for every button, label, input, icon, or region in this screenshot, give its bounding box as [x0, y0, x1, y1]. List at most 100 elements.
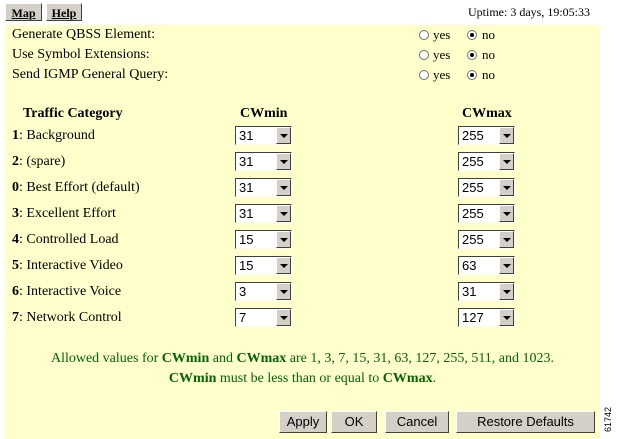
header-cwmin: CWmin — [240, 106, 288, 121]
qbss-yes-radio[interactable] — [419, 30, 429, 40]
category-number: 6 — [12, 284, 19, 299]
option-label-igmp: Send IGMP General Query: — [12, 67, 169, 82]
category-row-label: 3: Excellent Effort — [12, 206, 116, 222]
category-name: : Interactive Video — [19, 258, 123, 273]
cwmax-select-best-effort[interactable]: 255 — [458, 178, 515, 197]
dropdown-arrow-icon — [276, 257, 291, 274]
cwmin-value: 15 — [239, 232, 254, 247]
category-name: : Excellent Effort — [19, 206, 116, 221]
cwmax-select-interactive-voice[interactable]: 31 — [458, 282, 515, 301]
constraint-note: CWmin must be less than or equal to CWma… — [168, 371, 437, 386]
ok-button[interactable]: OK — [331, 411, 377, 433]
cwmax-value: 255 — [462, 128, 484, 143]
dropdown-arrow-icon — [499, 283, 514, 300]
dropdown-arrow-icon — [499, 127, 514, 144]
cwmin-select-excellent-effort[interactable]: 31 — [235, 204, 292, 223]
option-label-qbss: Generate QBSS Element: — [12, 27, 156, 42]
cwmin-select-background[interactable]: 31 — [235, 126, 292, 145]
category-number: 5 — [12, 258, 19, 273]
dropdown-arrow-icon — [499, 179, 514, 196]
cwmin-select-network-control[interactable]: 7 — [235, 308, 292, 327]
cwmax-select-controlled-load[interactable]: 255 — [458, 230, 515, 249]
cwmax-select-background[interactable]: 255 — [458, 126, 515, 145]
category-number: 0 — [12, 180, 19, 195]
category-name: : Background — [19, 128, 95, 143]
dropdown-arrow-icon — [276, 231, 291, 248]
header-traffic-category: Traffic Category — [23, 106, 123, 121]
category-row-label: 2: (spare) — [12, 154, 65, 170]
category-name: : Best Effort (default) — [19, 180, 140, 195]
map-link[interactable]: Map — [5, 3, 42, 21]
dropdown-arrow-icon — [499, 231, 514, 248]
cancel-button[interactable]: Cancel — [385, 411, 449, 433]
dropdown-arrow-icon — [276, 153, 291, 170]
cwmax-select-interactive-video[interactable]: 63 — [458, 256, 515, 275]
igmp-no-radio[interactable] — [467, 70, 477, 80]
category-number: 1 — [12, 128, 19, 143]
option-label-symbol: Use Symbol Extensions: — [12, 47, 150, 62]
qbss-no-label: no — [482, 27, 495, 42]
cwmin-select-interactive-voice[interactable]: 3 — [235, 282, 292, 301]
category-row-label: 1: Background — [12, 128, 95, 144]
qbss-yes-label: yes — [433, 27, 451, 42]
category-row-label: 7: Network Control — [12, 310, 122, 326]
cwmin-value: 15 — [239, 258, 254, 273]
dropdown-arrow-icon — [276, 127, 291, 144]
uptime-text: Uptime: 3 days, 19:05:33 — [468, 5, 590, 19]
cwmin-select-interactive-video[interactable]: 15 — [235, 256, 292, 275]
dropdown-arrow-icon — [276, 283, 291, 300]
settings-panel: Generate QBSS Element: yes no Use Symbol… — [5, 25, 600, 439]
cwmin-value: 31 — [239, 154, 254, 169]
category-name: : Network Control — [19, 310, 122, 325]
dropdown-arrow-icon — [276, 205, 291, 222]
category-name: : Controlled Load — [19, 232, 119, 247]
cwmax-value: 127 — [462, 310, 484, 325]
help-link[interactable]: Help — [46, 3, 82, 21]
dropdown-arrow-icon — [499, 153, 514, 170]
qbss-no-radio[interactable] — [467, 30, 477, 40]
dropdown-arrow-icon — [499, 309, 514, 326]
dropdown-arrow-icon — [499, 205, 514, 222]
igmp-yes-label: yes — [433, 67, 451, 82]
cwmax-select-network-control[interactable]: 127 — [458, 308, 515, 327]
cwmax-value: 31 — [462, 284, 477, 299]
cwmax-value: 255 — [462, 206, 484, 221]
cwmax-value: 255 — [462, 154, 484, 169]
dropdown-arrow-icon — [276, 309, 291, 326]
cwmin-select-best-effort[interactable]: 31 — [235, 178, 292, 197]
category-number: 7 — [12, 310, 19, 325]
category-name: : (spare) — [19, 154, 66, 169]
category-row-label: 4: Controlled Load — [12, 232, 119, 248]
cwmax-value: 63 — [462, 258, 477, 273]
cwmin-select-controlled-load[interactable]: 15 — [235, 230, 292, 249]
cwmax-value: 255 — [462, 180, 484, 195]
cwmin-value: 7 — [239, 310, 247, 325]
restore-defaults-button[interactable]: Restore Defaults — [456, 411, 595, 433]
category-number: 2 — [12, 154, 19, 169]
cwmin-value: 31 — [239, 128, 254, 143]
category-row-label: 0: Best Effort (default) — [12, 180, 140, 196]
symbol-yes-radio[interactable] — [419, 50, 429, 60]
category-number: 4 — [12, 232, 19, 247]
cwmin-value: 31 — [239, 206, 254, 221]
cwmin-value: 31 — [239, 180, 254, 195]
top-bar: Map Help Uptime: 3 days, 19:05:33 — [0, 0, 600, 25]
cwmax-value: 255 — [462, 232, 484, 247]
igmp-no-label: no — [482, 67, 495, 82]
cwmax-select-spare[interactable]: 255 — [458, 152, 515, 171]
figure-id: 61742 — [603, 406, 613, 432]
category-row-label: 5: Interactive Video — [12, 258, 123, 274]
category-number: 3 — [12, 206, 19, 221]
category-row-label: 6: Interactive Voice — [12, 284, 121, 300]
category-name: : Interactive Voice — [19, 284, 122, 299]
apply-button[interactable]: Apply — [279, 411, 327, 433]
dropdown-arrow-icon — [276, 179, 291, 196]
cwmax-select-excellent-effort[interactable]: 255 — [458, 204, 515, 223]
cwmin-select-spare[interactable]: 31 — [235, 152, 292, 171]
cwmin-value: 3 — [239, 284, 247, 299]
allowed-values-note: Allowed values for CWmin and CWmax are 1… — [50, 351, 555, 366]
igmp-yes-radio[interactable] — [419, 70, 429, 80]
header-cwmax: CWmax — [462, 106, 512, 121]
symbol-no-label: no — [482, 47, 495, 62]
symbol-no-radio[interactable] — [467, 50, 477, 60]
